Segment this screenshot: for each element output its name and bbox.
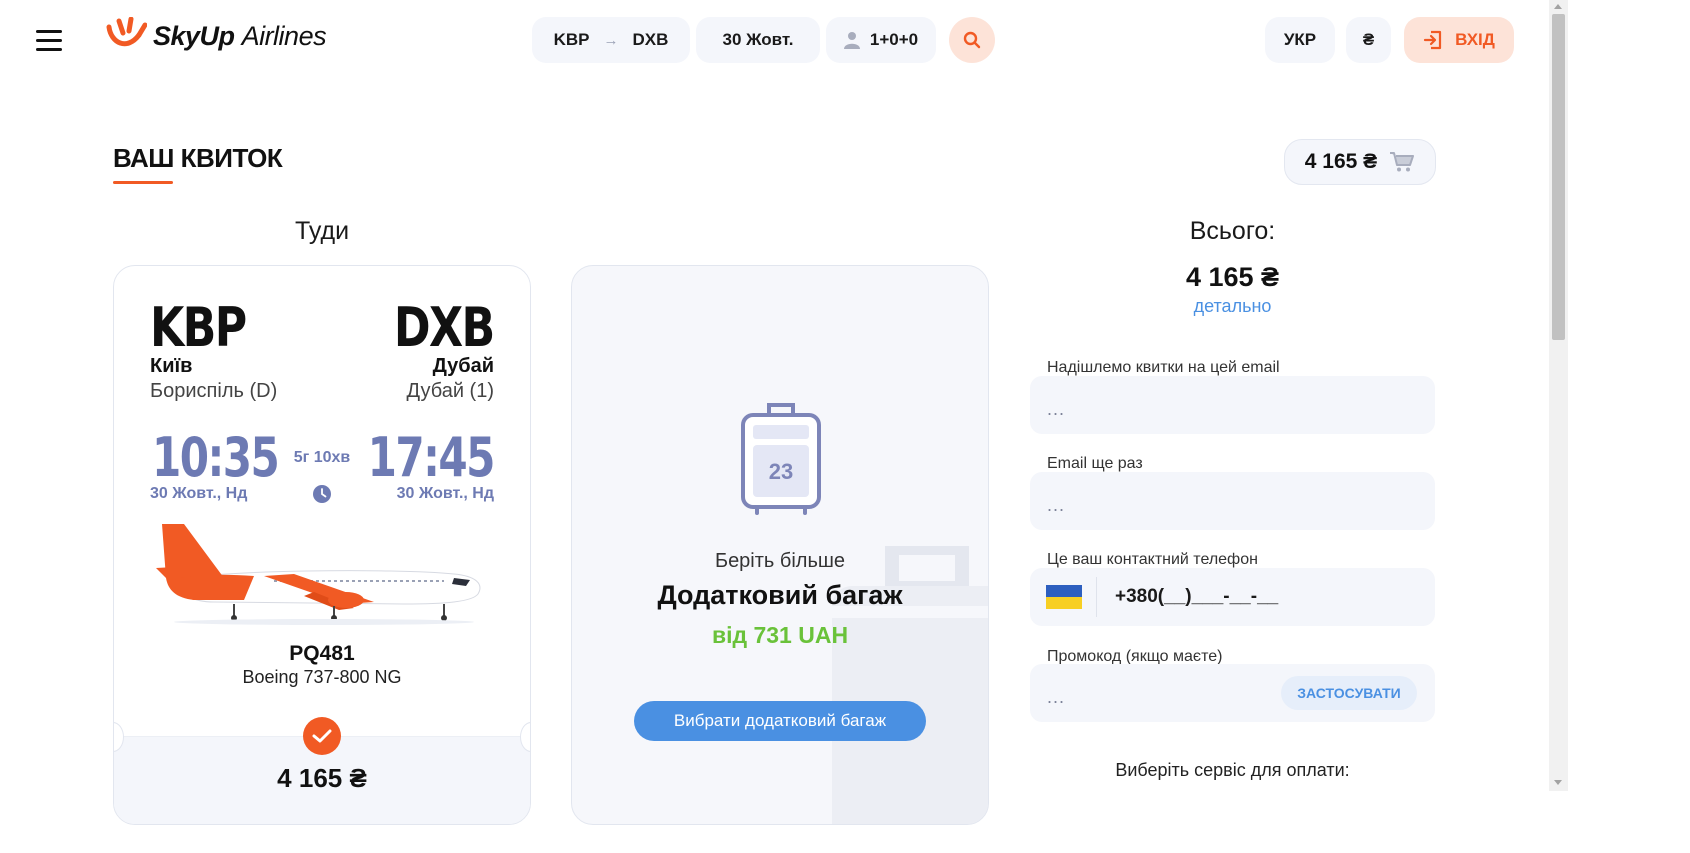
scroll-up-icon[interactable] xyxy=(1554,4,1562,9)
promo-placeholder: ... xyxy=(1047,686,1066,707)
phone-label: Це ваш контактний телефон xyxy=(1047,551,1258,568)
menu-line xyxy=(36,48,62,51)
direction-label: Туди xyxy=(294,217,350,245)
departure-date: 30 Жовт., Нд xyxy=(150,485,248,502)
scroll-thumb[interactable] xyxy=(1552,14,1565,340)
top-header: SkyUp Airlines KBP → DXB 30 Жовт. 1+0+0 … xyxy=(0,0,1568,80)
route-to: DXB xyxy=(632,30,669,49)
search-button[interactable] xyxy=(949,17,995,63)
logo-text: SkyUp Airlines xyxy=(153,20,327,51)
currency-selector[interactable]: ₴ xyxy=(1346,17,1391,63)
email-repeat-placeholder: ... xyxy=(1047,494,1066,515)
clock-icon xyxy=(313,485,331,503)
aircraft-type: Boeing 737-800 NG xyxy=(242,667,402,687)
flight-price: 4 165 ₴ xyxy=(277,763,367,793)
scroll-down-icon[interactable] xyxy=(1554,780,1562,785)
email-label: Надішлемо квитки на цей email xyxy=(1047,359,1280,376)
language-value: УКР xyxy=(1283,30,1317,49)
date-selector[interactable]: 30 Жовт. xyxy=(696,17,820,63)
page-title: ВАШ КВИТОК xyxy=(113,143,283,173)
selected-check-icon xyxy=(303,717,341,755)
search-icon xyxy=(963,31,981,49)
date-value: 30 Жовт. xyxy=(722,30,794,49)
language-selector[interactable]: УКР xyxy=(1265,17,1335,63)
cart-icon xyxy=(1390,152,1415,172)
login-button[interactable]: ВХІД xyxy=(1404,17,1514,63)
page-scrollbar[interactable] xyxy=(1549,0,1568,791)
baggage-price: від 731 UAH xyxy=(711,622,849,648)
title-underline xyxy=(113,181,173,184)
menu-line xyxy=(36,30,62,33)
promo-field[interactable]: ... ЗАСТОСУВАТИ xyxy=(1030,664,1435,722)
currency-value: ₴ xyxy=(1362,30,1375,49)
email-repeat-field[interactable]: ... xyxy=(1030,472,1435,530)
origin-airport: Бориспіль (D) xyxy=(150,380,278,402)
arrival-date: 30 Жовт., Нд xyxy=(396,485,494,502)
skyup-logo[interactable]: SkyUp Airlines xyxy=(105,16,327,56)
route-selector[interactable]: KBP → DXB xyxy=(532,17,690,63)
email-field[interactable]: ... xyxy=(1030,376,1435,434)
skyup-logo-icon xyxy=(106,17,147,47)
phone-divider xyxy=(1096,577,1097,617)
apply-promo-button[interactable]: ЗАСТОСУВАТИ xyxy=(1281,676,1417,710)
destination-code: DXB xyxy=(394,296,495,359)
origin-code: KBP xyxy=(150,296,247,359)
cart-total: 4 165 ₴ xyxy=(1304,150,1378,173)
flight-duration: 5г 10хв xyxy=(293,449,351,466)
phone-field[interactable]: +380(__)___-__-__ xyxy=(1030,568,1435,626)
route-arrow-icon: → xyxy=(603,31,619,49)
passengers-value: 1+0+0 xyxy=(869,30,919,49)
destination-airport: Дубай (1) xyxy=(406,380,495,402)
airplane-image xyxy=(156,524,481,625)
baggage-title: Додатковий багаж xyxy=(657,580,903,610)
email-placeholder: ... xyxy=(1047,398,1066,419)
extra-baggage-card[interactable]: 23 Беріть більше Додатковий багаж від 73… xyxy=(571,265,989,825)
login-label: ВХІД xyxy=(1455,30,1495,49)
baggage-subtitle: Беріть більше xyxy=(714,550,846,572)
cart-button[interactable]: 4 165 ₴ xyxy=(1284,139,1436,185)
passengers-selector[interactable]: 1+0+0 xyxy=(826,17,936,63)
origin-city: Київ xyxy=(150,355,193,377)
total-label: Всього: xyxy=(1189,217,1276,245)
route-from: KBP xyxy=(553,30,590,49)
user-icon xyxy=(843,32,860,49)
destination-city: Дубай xyxy=(432,355,494,377)
total-value: 4 165 ₴ xyxy=(1185,262,1280,292)
details-link[interactable]: детально xyxy=(1030,296,1435,317)
payment-service-label: Виберіть сервіс для оплати: xyxy=(1115,760,1350,780)
ukraine-flag-icon[interactable] xyxy=(1046,585,1082,609)
phone-value: +380(__)___-__-__ xyxy=(1115,586,1279,607)
flight-number: PQ481 xyxy=(289,642,355,665)
email-repeat-label: Email ще раз xyxy=(1047,455,1143,472)
login-icon xyxy=(1423,30,1442,50)
menu-icon[interactable] xyxy=(36,30,62,52)
baggage-weight: 23 xyxy=(768,459,794,484)
flight-card[interactable]: KBP DXB Київ Дубай Бориспіль (D) Дубай (… xyxy=(113,265,531,825)
menu-line xyxy=(36,39,62,42)
select-baggage-button[interactable]: Вибрати додатковий багаж xyxy=(634,701,926,741)
